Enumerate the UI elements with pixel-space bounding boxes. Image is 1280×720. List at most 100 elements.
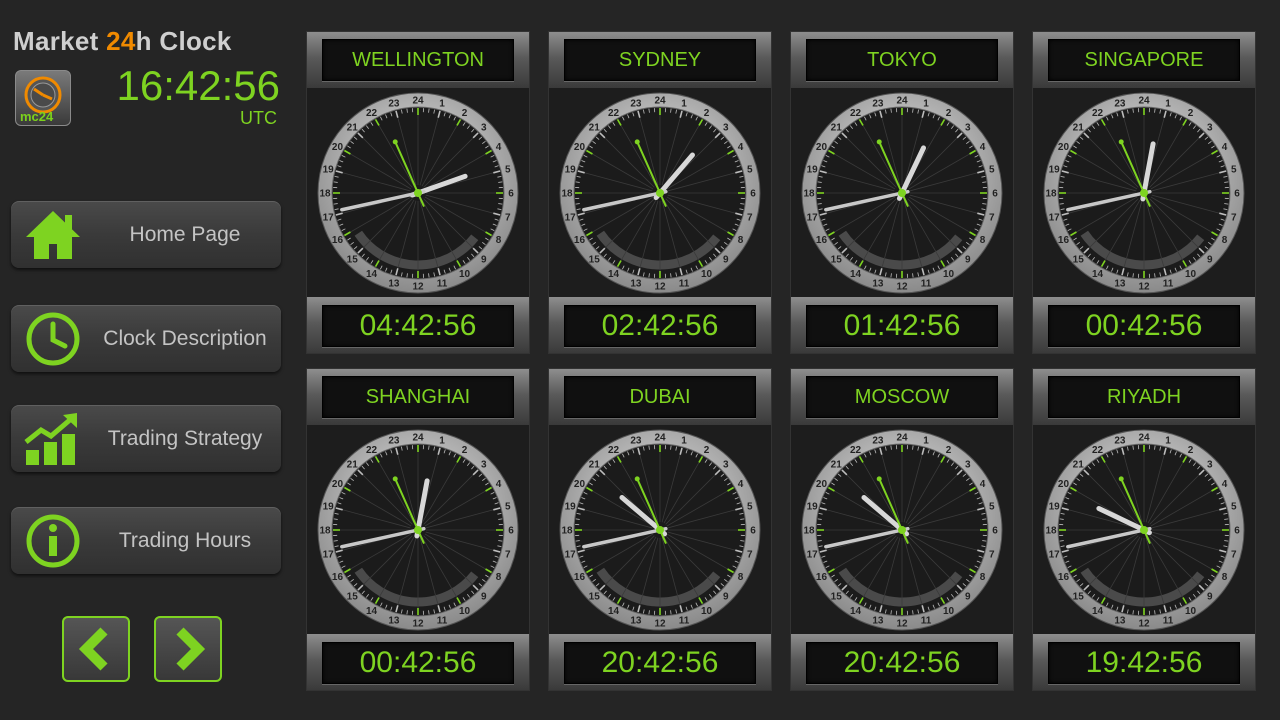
dial-number: 8 [980,572,986,583]
dial-number: 19 [807,501,819,512]
clock-description-label: Clock Description [103,327,267,350]
city-label: SYDNEY [564,39,756,81]
dial-number: 1 [923,99,929,110]
home-page-button[interactable]: Home Page [11,201,281,268]
previous-page-button[interactable] [62,616,130,682]
analog-clock: 24 1234567891011121314151617181920212223 [559,429,761,631]
dial-tick [912,445,914,450]
trading-strategy-label: Trading Strategy [107,427,263,450]
trading-strategy-button[interactable]: Trading Strategy [11,405,281,472]
second-hand-tip [392,476,398,482]
clock-panel-moscow: MOSCOW 24 1 2 3 4 5 6 7 8 9 10 11 12 13 14 15 16 17 18 19 20… [790,368,1014,691]
clock-header: SINGAPORE [1033,32,1255,88]
dial-number: 3 [723,123,729,134]
clock-header: SYDNEY [549,32,771,88]
dial-tick [1224,540,1229,542]
analog-clock: 24 1234567891011121314151617181920212223 [801,92,1003,294]
logo-text: mc24 [20,109,54,124]
dial-number: 24 [412,96,424,107]
clock-panel-tokyo: TOKYO 24 1 2 3 4 5 6 7 8 9 10 11 12 13 14 15 16 17 18 19 20 2… [790,31,1014,354]
dial-number: 13 [388,278,400,289]
dial-tick [1132,273,1134,278]
dial-tick [817,181,822,183]
dial-number: 10 [943,606,955,617]
analog-clock: 24 1234567891011121314151617181920212223 [317,92,519,294]
dial-number: 7 [747,213,753,224]
dial-tick [1224,518,1229,520]
dial-number: 16 [816,235,828,246]
next-page-button[interactable] [154,616,222,682]
second-hand-tip [634,139,640,145]
dial-number: 22 [366,445,378,456]
dial-number: 12 [412,619,424,630]
city-time: 00:42:56 [1048,305,1240,347]
analog-clock: 24 1234567891011121314151617181920212223 [1043,429,1245,631]
clock-header: RIYADH [1033,369,1255,425]
dial-tick [740,181,745,183]
dial-number: 8 [1222,572,1228,583]
dial-tick [817,203,822,205]
dial-tick [670,610,672,615]
dial-tick [982,203,987,205]
trading-hours-button[interactable]: Trading Hours [11,507,281,574]
dial-number: 9 [965,254,971,265]
dial-number: 17 [323,213,335,224]
dial-tick [498,540,503,542]
dial-number: 11 [679,615,690,626]
dial-number: 3 [723,460,729,471]
dial-number: 15 [831,591,843,602]
dial-number: 22 [850,108,862,119]
dial-number: 4 [738,479,744,490]
dial-number: 14 [366,269,378,280]
dial-number: 8 [738,235,744,246]
dial-number: 11 [921,278,932,289]
dial-number: 19 [1049,501,1061,512]
dial-number: 5 [989,501,995,512]
dial-number: 5 [989,164,995,175]
dial-number: 4 [980,479,986,490]
dial-tick [406,610,408,615]
dial-tick [498,518,503,520]
dial-number: 17 [323,550,335,561]
app-title-accent: 24 [106,26,136,56]
dial-number: 20 [332,142,344,153]
city-label: WELLINGTON [322,39,514,81]
dial-number: 12 [1138,619,1150,630]
dial-tick [890,108,892,113]
dial-number: 16 [816,572,828,583]
dial-tick [428,108,430,113]
dial-tick [817,540,822,542]
dial-number: 14 [850,269,862,280]
dial-number: 10 [1185,606,1197,617]
clock-description-button[interactable]: Clock Description [11,305,281,372]
dial-number: 5 [747,501,753,512]
clock-footer: 19:42:56 [1033,634,1255,690]
second-hand-tip [1118,476,1124,482]
dial-tick [890,610,892,615]
dial-tick [1059,181,1064,183]
dial-number: 9 [481,591,487,602]
second-hand-tip [876,476,882,482]
clock-icon [26,312,80,366]
dial-tick [982,518,987,520]
dial-number: 10 [701,269,713,280]
city-time: 01:42:56 [806,305,998,347]
clock-header: WELLINGTON [307,32,529,88]
dial-tick [1132,610,1134,615]
dial-number: 20 [1058,142,1070,153]
dial-number: 20 [574,479,586,490]
dial-number: 16 [332,572,344,583]
analog-clock: 24 1234567891011121314151617181920212223 [559,92,761,294]
dial-number: 22 [608,445,620,456]
dial-number: 7 [505,213,511,224]
clock-footer: 20:42:56 [791,634,1013,690]
chevron-left-icon [78,627,108,671]
home-page-label: Home Page [129,223,241,246]
dial-number: 8 [496,572,502,583]
dial-tick [670,445,672,450]
dial-tick [333,518,338,520]
city-label: DUBAI [564,376,756,418]
clock-panel-dubai: DUBAI 24 1 2 3 4 5 6 7 8 9 10 11 12 13 14 15 16 17 18 19 20 2… [548,368,772,691]
dial-number: 8 [738,572,744,583]
dial-tick [740,518,745,520]
